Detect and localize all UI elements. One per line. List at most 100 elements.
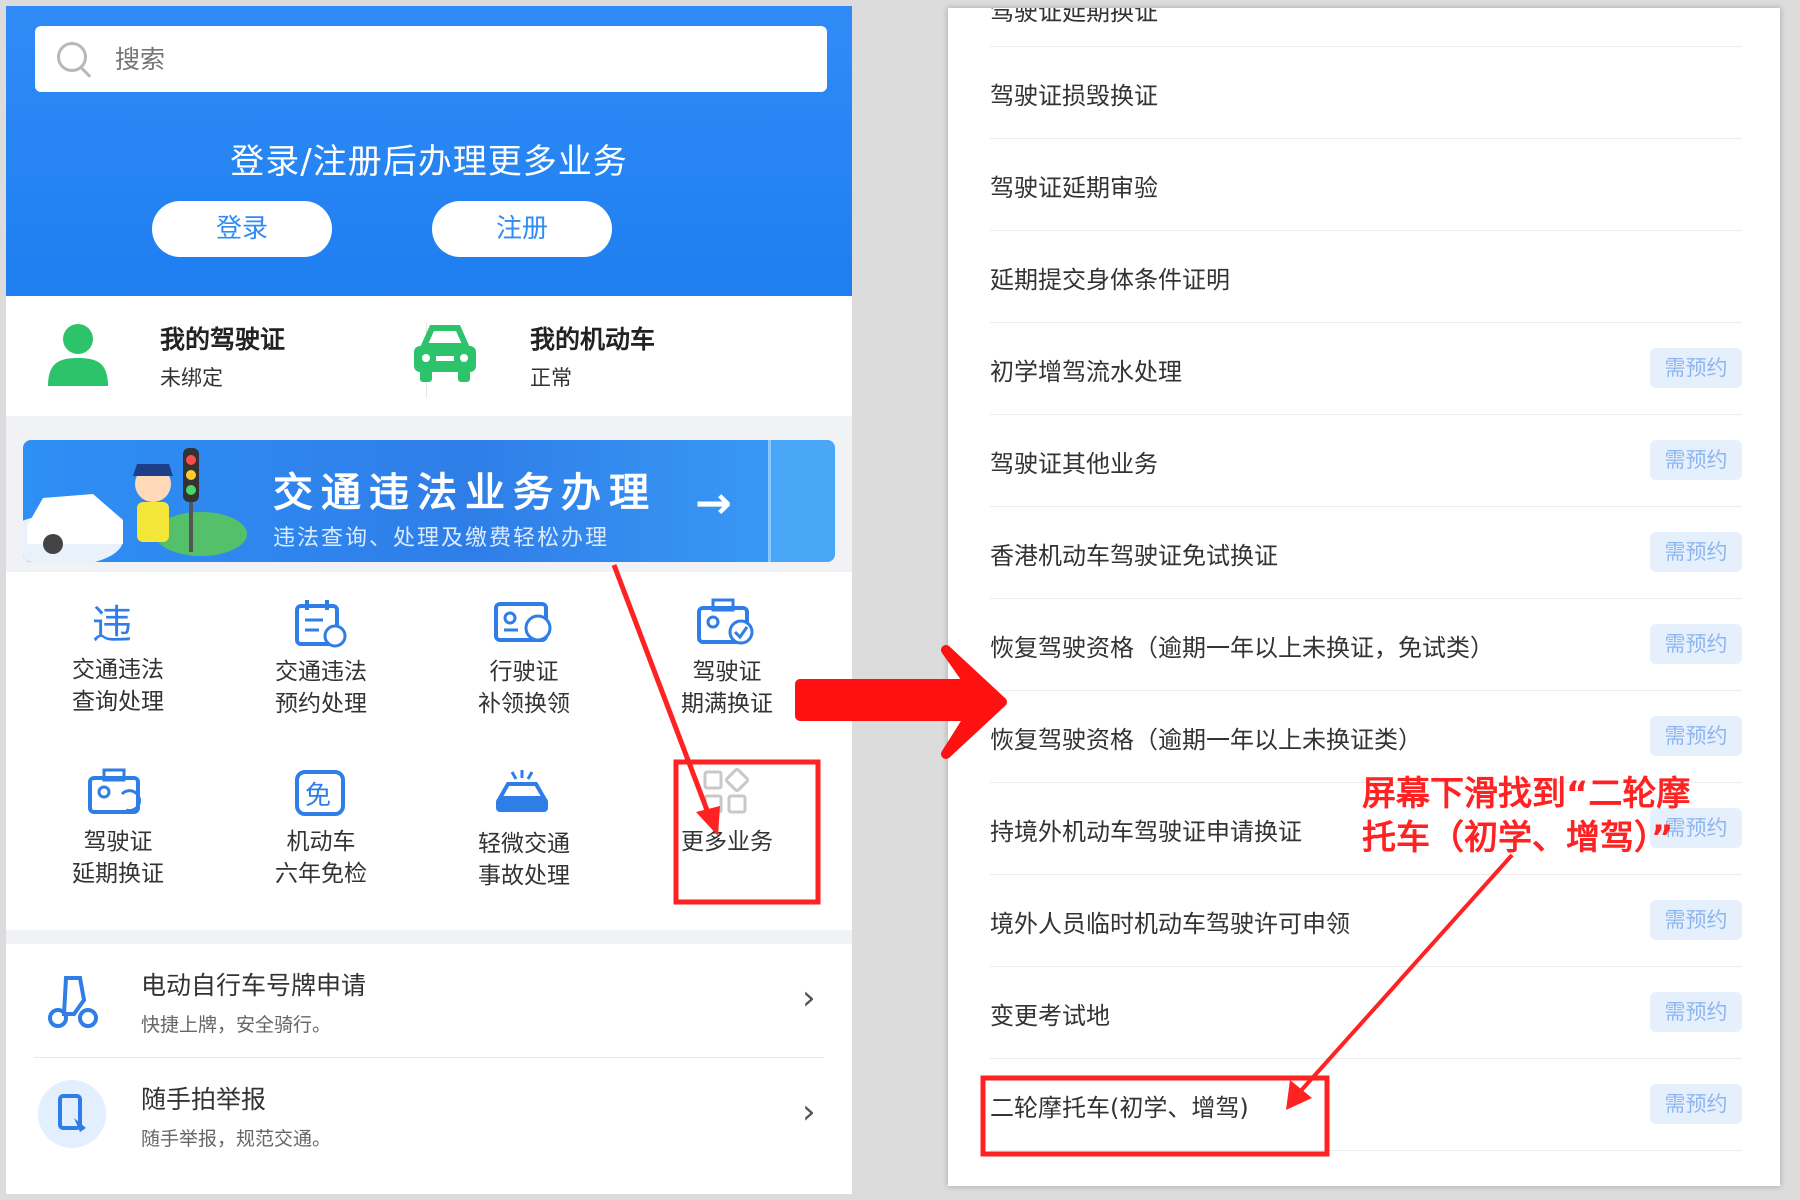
my-license-status: 未绑定 (160, 366, 223, 390)
traffic-violation-banner[interactable]: 交通违法业务办理 违法查询、处理及缴费轻松办理 → (23, 440, 835, 562)
list-item-label: 二轮摩托车(初学、增驾) (990, 1094, 1249, 1122)
car-icon (414, 325, 476, 382)
list-item-label: 香港机动车驾驶证免试换证 (990, 542, 1278, 570)
svg-text:免: 免 (305, 781, 331, 811)
list-item[interactable]: 驾驶证损毁换证 (990, 46, 1742, 139)
search-bar[interactable] (35, 26, 827, 92)
service-label: 补领换领 (478, 691, 570, 717)
list-item[interactable]: 恢复驾驶资格（逾期一年以上未换证类） 需预约 (990, 690, 1742, 783)
list-item[interactable]: 恢复驾驶资格（逾期一年以上未换证，免试类） 需预约 (990, 598, 1742, 691)
appointment-badge: 需预约 (1650, 624, 1742, 664)
service-label: 驾驶证 (692, 659, 762, 685)
ebike-icon (48, 976, 98, 1028)
service-label: 预约处理 (275, 691, 367, 717)
service-label: 六年免检 (275, 861, 367, 887)
chevron-right-icon: › (802, 978, 816, 1018)
register-button[interactable]: 注册 (432, 201, 612, 257)
exempt-icon: 免 (295, 770, 345, 816)
list-item-subtitle: 随手举报，规范交通。 (141, 1128, 332, 1150)
list-item-label: 驾驶证其他业务 (990, 450, 1158, 478)
list-item-label: 境外人员临时机动车驾驶许可申领 (990, 910, 1350, 938)
license-delay-icon (88, 768, 141, 814)
my-license-title: 我的驾驶证 (160, 325, 286, 354)
service-label: 事故处理 (478, 863, 570, 889)
service-license-renew[interactable]: 驾驶证 期满换证 (637, 598, 817, 720)
annotation-line: 托车（初学、增驾）” (1362, 818, 1674, 858)
service-license-delay[interactable]: 驾驶证 延期换证 (28, 768, 208, 890)
person-icon (48, 324, 108, 386)
service-violation-appointment[interactable]: 交通违法 预约处理 (231, 598, 411, 720)
arrow-right-icon: → (695, 478, 732, 529)
chevron-right-icon: › (802, 1092, 816, 1132)
list-item[interactable]: 变更考试地 需预约 (990, 966, 1742, 1059)
appointment-badge: 需预约 (1650, 992, 1742, 1032)
service-label: 交通违法 (275, 659, 367, 685)
list-item[interactable]: 延期提交身体条件证明 (990, 230, 1742, 323)
account-cards: 我的驾驶证 未绑定 我的机动车 正常 (6, 296, 852, 416)
service-label: 行驶证 (489, 659, 559, 685)
list-item[interactable]: 驾驶证延期审验 (990, 138, 1742, 231)
banner-subtitle: 违法查询、处理及缴费轻松办理 (273, 526, 610, 551)
annotation-text: 屏幕下滑找到“二轮摩 托车（初学、增驾）” (1362, 772, 1690, 860)
service-six-year-exempt[interactable]: 免 机动车 六年免检 (231, 768, 411, 890)
license-renew-icon (697, 598, 754, 645)
list-item-label: 驾驶证延期审验 (990, 174, 1158, 202)
header-title: 登录/注册后办理更多业务 (230, 142, 628, 182)
list-item-label: 持境外机动车驾驶证申请换证 (990, 818, 1302, 846)
service-label: 轻微交通 (478, 831, 570, 857)
list-item[interactable]: 境外人员临时机动车驾驶许可申领 需预约 (990, 874, 1742, 967)
header: 登录/注册后办理更多业务 登录 注册 (6, 6, 852, 296)
list-item-label: 驾驶证损毁换证 (990, 82, 1158, 110)
violation-icon: 违 (92, 602, 132, 646)
list-item[interactable]: 驾驶证其他业务 需预约 (990, 414, 1742, 507)
building-icon (768, 440, 835, 562)
my-vehicle-title: 我的机动车 (530, 325, 656, 354)
phone-report-icon (38, 1080, 106, 1148)
service-label: 期满换证 (681, 691, 773, 717)
service-label: 查询处理 (72, 689, 164, 715)
annotation-line: 屏幕下滑找到“二轮摩 (1362, 774, 1691, 814)
appointment-badge: 需预约 (1650, 440, 1742, 480)
list-item-label: 恢复驾驶资格（逾期一年以上未换证，免试类） (990, 634, 1494, 662)
list-item-cut[interactable]: 驾驶证延期换证 (990, 8, 1742, 47)
appointment-badge: 需预约 (1650, 716, 1742, 756)
feature-list: 电动自行车号牌申请 快捷上牌，安全骑行。 › 随手拍举报 随手举报，规范交通。 … (6, 944, 852, 1194)
left-screen: 登录/注册后办理更多业务 登录 注册 我的驾驶证 未绑定 我的机动车 正常 (6, 6, 852, 1194)
banner-title: 交通违法业务办理 (273, 470, 657, 516)
search-icon (57, 42, 87, 72)
list-item[interactable]: 香港机动车驾驶证免试换证 需预约 (990, 506, 1742, 599)
list-item-label: 变更考试地 (990, 1002, 1110, 1030)
service-violation-query[interactable]: 违 交通违法查询处理 (28, 598, 208, 718)
list-item-label: 延期提交身体条件证明 (990, 266, 1230, 294)
list-item-ebike-plate[interactable]: 电动自行车号牌申请 快捷上牌，安全骑行。 › (6, 944, 852, 1058)
appointment-badge: 需预约 (1650, 1084, 1742, 1124)
right-screen: 驾驶证延期换证 驾驶证损毁换证 驾驶证延期审验延期提交身体条件证明初学增驾流水处理… (948, 8, 1780, 1186)
service-minor-accident[interactable]: 轻微交通 事故处理 (434, 768, 614, 892)
more-icon (703, 768, 749, 814)
service-more[interactable]: 更多业务 (637, 768, 817, 858)
service-label: 交通违法 (72, 657, 164, 683)
service-label: 机动车 (286, 829, 356, 855)
appointment-badge: 需预约 (1650, 348, 1742, 388)
list-item-photo-report[interactable]: 随手拍举报 随手举报，规范交通。 › (6, 1058, 852, 1172)
calendar-icon (295, 600, 347, 648)
list-item-label: 恢复驾驶资格（逾期一年以上未换证类） (990, 726, 1422, 754)
appointment-badge: 需预约 (1650, 532, 1742, 572)
appointment-badge: 需预约 (1650, 900, 1742, 940)
list-item[interactable]: 二轮摩托车(初学、增驾) 需预约 (990, 1058, 1742, 1151)
list-item-subtitle: 快捷上牌，安全骑行。 (141, 1014, 332, 1036)
search-input[interactable] (113, 36, 797, 82)
service-vehicle-license[interactable]: 行驶证 补领换领 (434, 598, 614, 720)
login-button[interactable]: 登录 (152, 201, 332, 257)
accident-icon (496, 770, 548, 812)
service-label: 更多业务 (681, 829, 773, 855)
service-label: 驾驶证 (83, 829, 153, 855)
service-grid: 违 交通违法 查询处理 交通违法 预约处理 行驶证 补领换领 驾驶证 期满换证 … (6, 572, 852, 930)
vehicle-license-icon (494, 602, 552, 642)
police-illustration-icon (23, 448, 247, 562)
list-item-label: 驾驶证延期换证 (990, 8, 1158, 26)
my-vehicle-status: 正常 (530, 366, 572, 390)
list-item[interactable]: 初学增驾流水处理 需预约 (990, 322, 1742, 415)
service-label: 延期换证 (72, 861, 164, 887)
list-item-title: 随手拍举报 (141, 1085, 267, 1114)
